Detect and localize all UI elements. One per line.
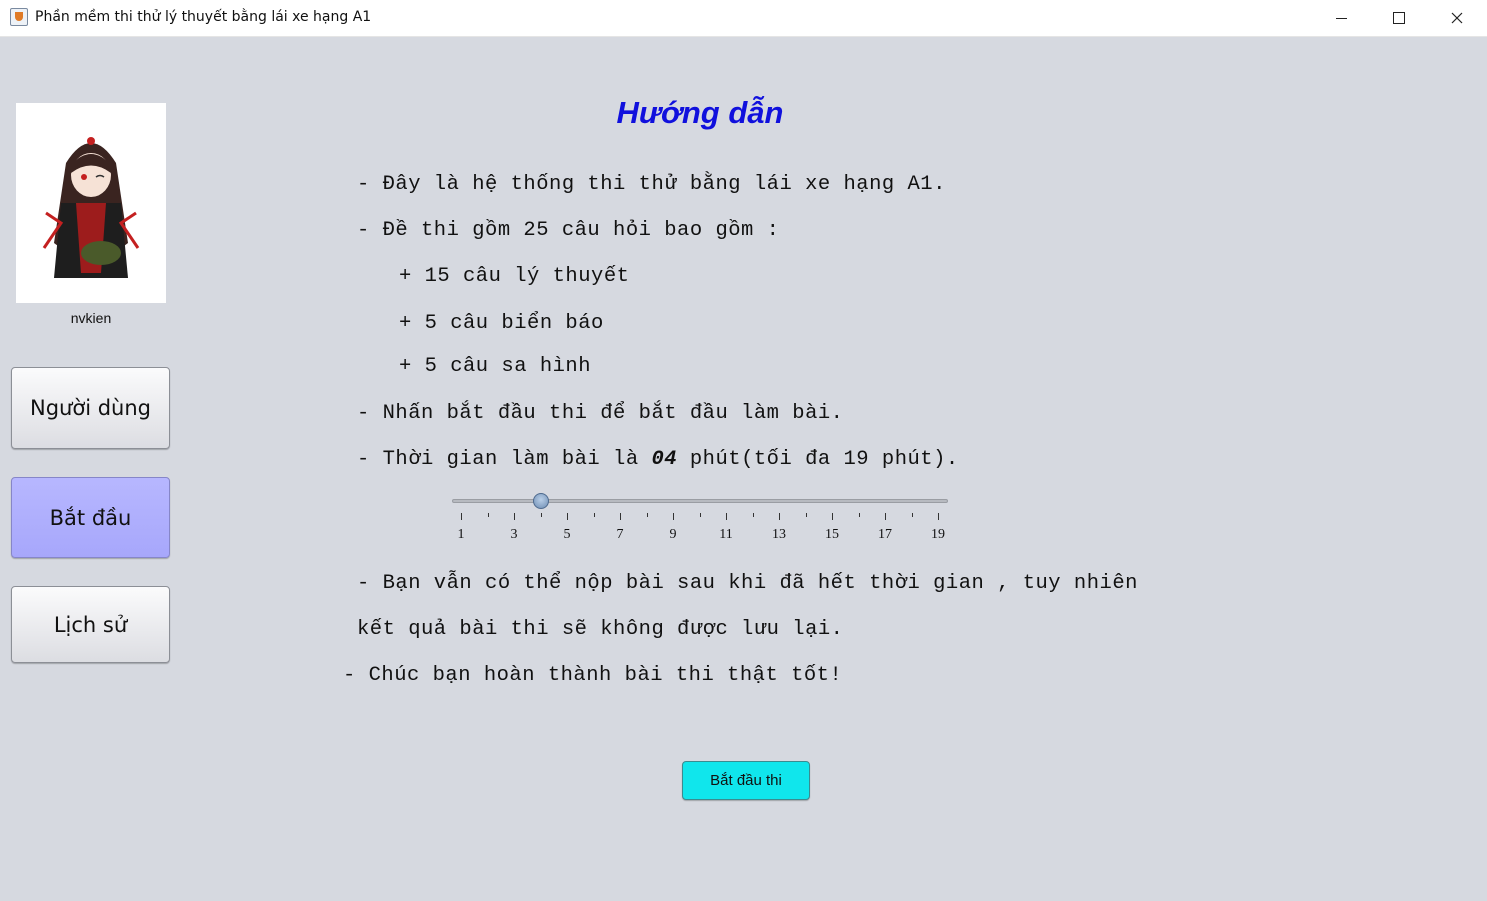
users-button[interactable]: Người dùng [11, 367, 170, 449]
slider-tick [673, 513, 674, 520]
slider-tick [752, 513, 754, 517]
maximize-icon [1393, 12, 1405, 24]
slider-tick [514, 513, 515, 520]
slider-tick [646, 513, 648, 517]
slider-tick-label: 17 [878, 527, 892, 542]
start-exam-button[interactable]: Bắt đầu thi [682, 761, 810, 800]
time-line: - Thời gian làm bài là 04 phút(tối đa 19… [357, 448, 959, 471]
guide-line: - Đề thi gồm 25 câu hỏi bao gồm : [357, 219, 780, 242]
guide-title: Hướng dẫn [616, 95, 784, 130]
slider-tick [938, 513, 939, 520]
slider-tick-label: 19 [931, 527, 945, 542]
minimize-button[interactable] [1312, 0, 1370, 36]
slider-tick [858, 513, 860, 517]
minimize-icon [1335, 17, 1347, 19]
slider-tick-label: 13 [772, 527, 786, 542]
slider-tick [779, 513, 780, 520]
guide-line: - Chúc bạn hoàn thành bài thi thật tốt! [343, 664, 843, 687]
slider-tick-label: 1 [457, 527, 465, 542]
slider-tick-label: 15 [825, 527, 839, 542]
window-title: Phần mềm thi thử lý thuyết bằng lái xe h… [35, 9, 372, 25]
start-nav-button[interactable]: Bắt đầu [11, 477, 170, 558]
slider-track[interactable] [452, 499, 948, 503]
slider-tick [885, 513, 886, 520]
time-minutes: 04 [651, 448, 678, 471]
slider-tick [540, 513, 542, 517]
slider-tick [805, 513, 807, 517]
time-suffix: phút(tối đa 19 phút). [677, 448, 959, 471]
slider-tick [487, 513, 489, 517]
slider-tick [461, 513, 462, 520]
slider-tick [911, 513, 913, 517]
maximize-button[interactable] [1370, 0, 1428, 36]
close-icon [1451, 12, 1463, 24]
slider-tick [593, 513, 595, 517]
slider-tick-label: 7 [616, 527, 624, 542]
anime-girl-avatar-icon [16, 103, 166, 303]
title-bar: Phần mềm thi thử lý thuyết bằng lái xe h… [0, 0, 1487, 37]
username-label: nvkien [70, 310, 112, 326]
guide-line: - Nhấn bắt đầu thi để bắt đầu làm bài. [357, 402, 844, 425]
slider-tick-label: 9 [669, 527, 677, 542]
slider-tick [832, 513, 833, 520]
slider-thumb[interactable] [532, 493, 549, 509]
time-slider[interactable]: 1 3 5 7 9 11 13 15 17 19 [452, 490, 948, 546]
avatar [16, 103, 166, 303]
slider-tick [620, 513, 621, 520]
slider-tick [699, 513, 701, 517]
guide-line: + 5 câu sa hình [399, 355, 592, 378]
guide-line: kết quả bài thi sẽ không được lưu lại. [357, 618, 844, 641]
slider-tick-label: 11 [719, 527, 733, 542]
history-button[interactable]: Lịch sử [11, 586, 170, 663]
time-prefix: - Thời gian làm bài là [357, 448, 652, 471]
guide-line: + 15 câu lý thuyết [399, 265, 630, 288]
slider-tick [567, 513, 568, 520]
java-app-icon [10, 8, 28, 26]
slider-tick-label: 5 [563, 527, 571, 542]
guide-line: + 5 câu biển báo [399, 312, 604, 335]
guide-line: - Đây là hệ thống thi thử bằng lái xe hạ… [357, 173, 946, 196]
slider-tick [726, 513, 727, 520]
guide-line: - Bạn vẫn có thể nộp bài sau khi đã hết … [357, 572, 1138, 595]
slider-tick-label: 3 [510, 527, 518, 542]
close-button[interactable] [1428, 0, 1486, 36]
